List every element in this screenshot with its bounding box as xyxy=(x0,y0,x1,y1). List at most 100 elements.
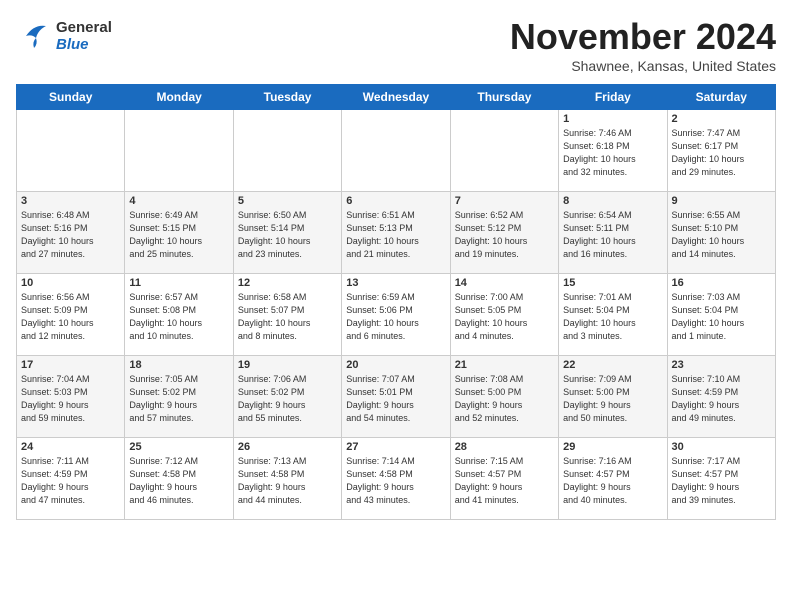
day-info: Sunrise: 6:50 AMSunset: 5:14 PMDaylight:… xyxy=(238,209,337,261)
calendar-cell: 2Sunrise: 7:47 AMSunset: 6:17 PMDaylight… xyxy=(667,110,775,192)
day-number: 18 xyxy=(129,359,228,371)
calendar-cell: 28 Sunrise: 7:15 AMSunset: 4:57 PMDayligh… xyxy=(450,438,558,520)
day-number: 2 xyxy=(672,113,771,125)
day-info: Sunrise: 7:14 AMSunset: 4:58 PMDaylight:… xyxy=(346,455,445,507)
day-info: Sunrise: 7:04 AMSunset: 5:03 PMDaylight:… xyxy=(21,373,120,425)
day-info: Sunrise: 7:08 AMSunset: 5:00 PMDaylight:… xyxy=(455,373,554,425)
title-area: November 2024 Shawnee, Kansas, United St… xyxy=(510,16,776,74)
calendar-week-5: 24Sunrise: 7:11 AMSunset: 4:59 PMDayligh… xyxy=(17,438,776,520)
day-info: Sunrise: 6:59 AMSunset: 5:06 PMDaylight:… xyxy=(346,291,445,343)
calendar-cell: 10 Sunrise: 6:56 AMSunset: 5:09 PMDayligh… xyxy=(17,274,125,356)
day-number: 13 xyxy=(346,277,445,289)
header: General Blue November 2024 Shawnee, Kans… xyxy=(16,16,776,74)
calendar-cell: 27 Sunrise: 7:14 AMSunset: 4:58 PMDayligh… xyxy=(342,438,450,520)
day-number: 16 xyxy=(672,277,771,289)
calendar-cell: 1 Sunrise: 7:46 AMSunset: 6:18 PMDaylight… xyxy=(559,110,667,192)
day-header-sunday: Sunday xyxy=(17,85,125,110)
day-header-thursday: Thursday xyxy=(450,85,558,110)
calendar-cell: 21 Sunrise: 7:08 AMSunset: 5:00 PMDayligh… xyxy=(450,356,558,438)
day-number: 17 xyxy=(21,359,120,371)
day-number: 8 xyxy=(563,195,662,207)
calendar-week-4: 17 Sunrise: 7:04 AMSunset: 5:03 PMDayligh… xyxy=(17,356,776,438)
calendar-cell: 20Sunrise: 7:07 AMSunset: 5:01 PMDayligh… xyxy=(342,356,450,438)
day-number: 23 xyxy=(672,359,771,371)
calendar-cell: 8 Sunrise: 6:54 AMSunset: 5:11 PMDaylight… xyxy=(559,192,667,274)
logo-icon xyxy=(16,16,52,52)
day-info: Sunrise: 7:15 AMSunset: 4:57 PMDaylight:… xyxy=(455,455,554,507)
calendar-cell xyxy=(450,110,558,192)
calendar-cell: 25Sunrise: 7:12 AMSunset: 4:58 PMDayligh… xyxy=(125,438,233,520)
day-number: 27 xyxy=(346,441,445,453)
calendar-cell: 7 Sunrise: 6:52 AMSunset: 5:12 PMDaylight… xyxy=(450,192,558,274)
day-number: 29 xyxy=(563,441,662,453)
day-info: Sunrise: 6:54 AMSunset: 5:11 PMDaylight:… xyxy=(563,209,662,261)
calendar-cell: 18 Sunrise: 7:05 AMSunset: 5:02 PMDayligh… xyxy=(125,356,233,438)
calendar-cell: 3 Sunrise: 6:48 AMSunset: 5:16 PMDaylight… xyxy=(17,192,125,274)
day-number: 5 xyxy=(238,195,337,207)
calendar-cell: 13 Sunrise: 6:59 AMSunset: 5:06 PMDayligh… xyxy=(342,274,450,356)
day-info: Sunrise: 7:11 AMSunset: 4:59 PMDaylight:… xyxy=(21,455,120,507)
day-info: Sunrise: 7:06 AMSunset: 5:02 PMDaylight:… xyxy=(238,373,337,425)
day-number: 22 xyxy=(563,359,662,371)
calendar-cell: 4 Sunrise: 6:49 AMSunset: 5:15 PMDaylight… xyxy=(125,192,233,274)
day-header-monday: Monday xyxy=(125,85,233,110)
day-number: 26 xyxy=(238,441,337,453)
day-info: Sunrise: 7:09 AMSunset: 5:00 PMDaylight:… xyxy=(563,373,662,425)
day-info: Sunrise: 7:01 AMSunset: 5:04 PMDaylight:… xyxy=(563,291,662,343)
calendar-week-2: 3 Sunrise: 6:48 AMSunset: 5:16 PMDaylight… xyxy=(17,192,776,274)
day-info: Sunrise: 7:00 AMSunset: 5:05 PMDaylight:… xyxy=(455,291,554,343)
day-number: 28 xyxy=(455,441,554,453)
calendar-cell: 29Sunrise: 7:16 AMSunset: 4:57 PMDayligh… xyxy=(559,438,667,520)
calendar-cell: 9Sunrise: 6:55 AMSunset: 5:10 PMDaylight… xyxy=(667,192,775,274)
calendar-header-row: SundayMondayTuesdayWednesdayThursdayFrid… xyxy=(17,85,776,110)
calendar-cell: 19 Sunrise: 7:06 AMSunset: 5:02 PMDayligh… xyxy=(233,356,341,438)
calendar-week-1: 1 Sunrise: 7:46 AMSunset: 6:18 PMDaylight… xyxy=(17,110,776,192)
day-number: 20 xyxy=(346,359,445,371)
day-info: Sunrise: 6:56 AMSunset: 5:09 PMDaylight:… xyxy=(21,291,120,343)
logo-general: General xyxy=(56,19,112,36)
day-header-saturday: Saturday xyxy=(667,85,775,110)
day-number: 21 xyxy=(455,359,554,371)
day-number: 11 xyxy=(129,277,228,289)
day-number: 12 xyxy=(238,277,337,289)
day-header-friday: Friday xyxy=(559,85,667,110)
calendar-cell: 30 Sunrise: 7:17 AMSunset: 4:57 PMDayligh… xyxy=(667,438,775,520)
day-number: 30 xyxy=(672,441,771,453)
day-info: Sunrise: 7:17 AMSunset: 4:57 PMDaylight:… xyxy=(672,455,771,507)
calendar-cell: 5 Sunrise: 6:50 AMSunset: 5:14 PMDaylight… xyxy=(233,192,341,274)
calendar-cell: 16Sunrise: 7:03 AMSunset: 5:04 PMDayligh… xyxy=(667,274,775,356)
calendar-cell: 15 Sunrise: 7:01 AMSunset: 5:04 PMDayligh… xyxy=(559,274,667,356)
month-title: November 2024 xyxy=(510,16,776,58)
calendar-cell: 24Sunrise: 7:11 AMSunset: 4:59 PMDayligh… xyxy=(17,438,125,520)
day-number: 19 xyxy=(238,359,337,371)
day-number: 10 xyxy=(21,277,120,289)
logo-blue: Blue xyxy=(56,36,89,53)
day-info: Sunrise: 6:52 AMSunset: 5:12 PMDaylight:… xyxy=(455,209,554,261)
location: Shawnee, Kansas, United States xyxy=(510,58,776,74)
day-info: Sunrise: 6:57 AMSunset: 5:08 PMDaylight:… xyxy=(129,291,228,343)
day-number: 4 xyxy=(129,195,228,207)
calendar-cell xyxy=(233,110,341,192)
day-info: Sunrise: 6:51 AMSunset: 5:13 PMDaylight:… xyxy=(346,209,445,261)
day-info: Sunrise: 7:05 AMSunset: 5:02 PMDaylight:… xyxy=(129,373,228,425)
day-info: Sunrise: 7:10 AMSunset: 4:59 PMDaylight:… xyxy=(672,373,771,425)
calendar-cell: 12 Sunrise: 6:58 AMSunset: 5:07 PMDayligh… xyxy=(233,274,341,356)
day-number: 9 xyxy=(672,195,771,207)
day-info: Sunrise: 6:49 AMSunset: 5:15 PMDaylight:… xyxy=(129,209,228,261)
day-number: 1 xyxy=(563,113,662,125)
day-number: 15 xyxy=(563,277,662,289)
calendar-week-3: 10 Sunrise: 6:56 AMSunset: 5:09 PMDayligh… xyxy=(17,274,776,356)
page-container: General Blue November 2024 Shawnee, Kans… xyxy=(0,0,792,528)
day-number: 3 xyxy=(21,195,120,207)
calendar-cell: 14Sunrise: 7:00 AMSunset: 5:05 PMDayligh… xyxy=(450,274,558,356)
day-header-tuesday: Tuesday xyxy=(233,85,341,110)
day-info: Sunrise: 6:58 AMSunset: 5:07 PMDaylight:… xyxy=(238,291,337,343)
calendar-cell xyxy=(125,110,233,192)
calendar-cell xyxy=(342,110,450,192)
day-number: 7 xyxy=(455,195,554,207)
calendar-table: SundayMondayTuesdayWednesdayThursdayFrid… xyxy=(16,84,776,520)
calendar-cell: 23 Sunrise: 7:10 AMSunset: 4:59 PMDayligh… xyxy=(667,356,775,438)
day-number: 6 xyxy=(346,195,445,207)
day-info: Sunrise: 6:48 AMSunset: 5:16 PMDaylight:… xyxy=(21,209,120,261)
day-info: Sunrise: 7:46 AMSunset: 6:18 PMDaylight:… xyxy=(563,127,662,179)
